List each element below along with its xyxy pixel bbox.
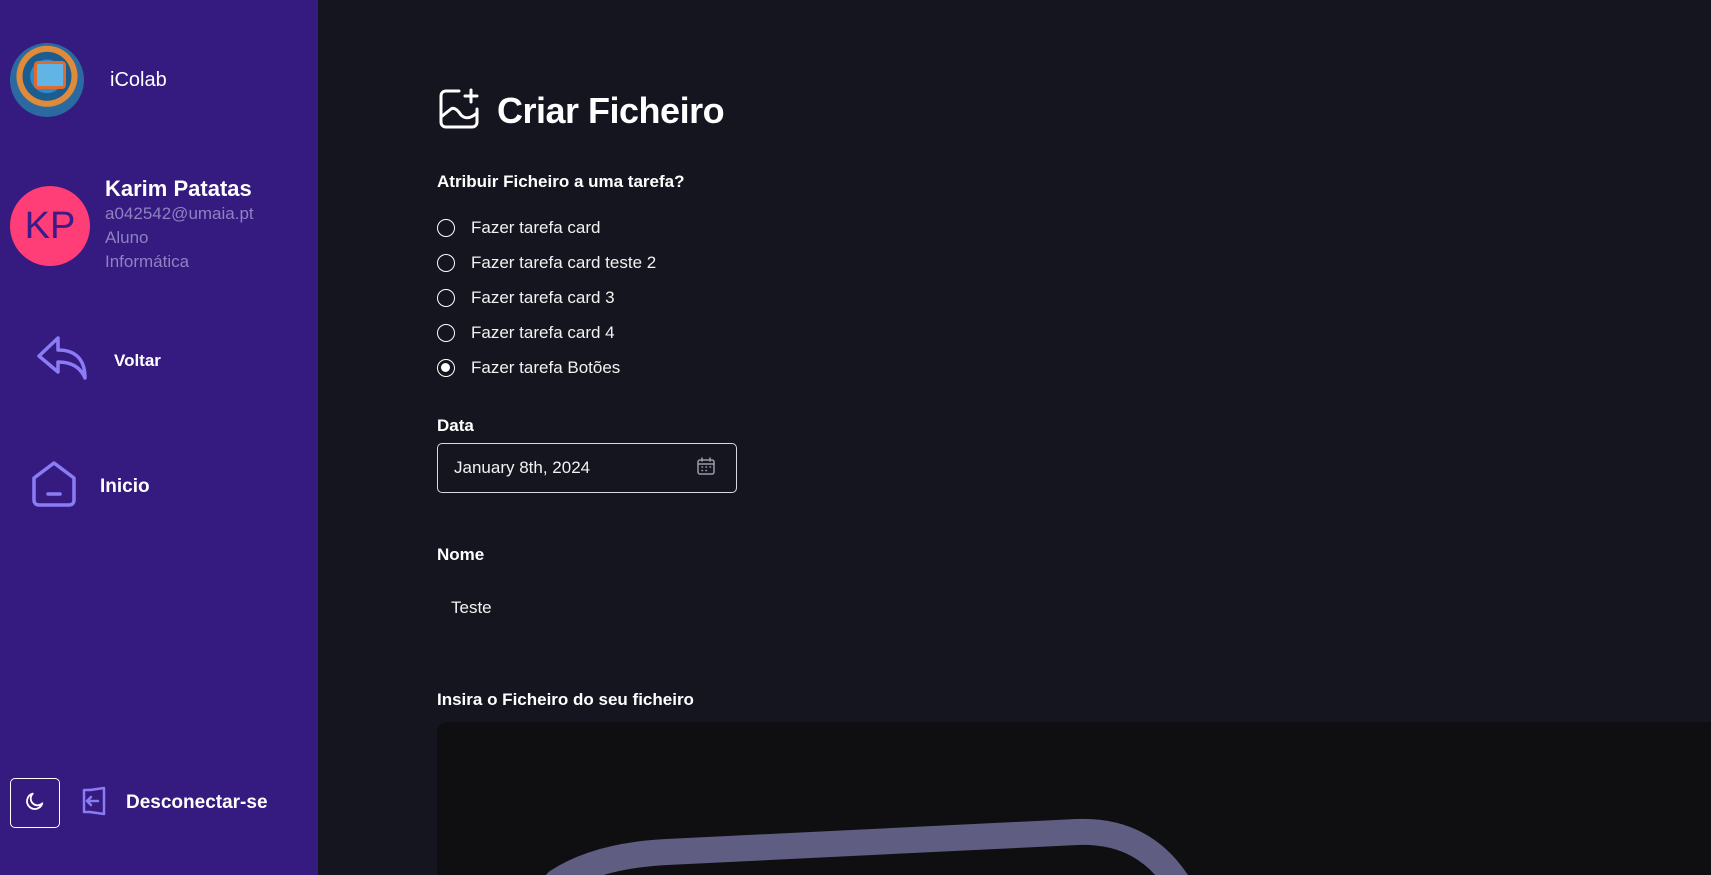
- app-logo: [10, 43, 84, 117]
- task-option[interactable]: Fazer tarefa card 4: [437, 315, 656, 350]
- app-name: iColab: [110, 68, 167, 91]
- task-question-label: Atribuir Ficheiro a uma tarefa?: [437, 172, 685, 191]
- task-option-label: Fazer tarefa card 3: [471, 287, 615, 307]
- name-input[interactable]: [437, 590, 937, 626]
- image-plus-icon: [437, 87, 481, 136]
- task-option[interactable]: Fazer tarefa card: [437, 210, 656, 245]
- back-label: Voltar: [114, 350, 161, 370]
- page-title: Criar Ficheiro: [497, 90, 725, 132]
- user-profile: KP Karim Patatas a042542@umaia.pt Aluno …: [10, 176, 254, 274]
- logout-icon: [80, 786, 108, 821]
- avatar: KP: [10, 186, 90, 266]
- radio-button-selected[interactable]: [437, 358, 455, 377]
- logout-button[interactable]: Desconectar-se: [80, 786, 268, 821]
- task-option-label: Fazer tarefa card 4: [471, 322, 615, 342]
- sidebar-footer: Desconectar-se: [10, 778, 268, 828]
- user-course: Informática: [105, 252, 190, 271]
- back-button[interactable]: Voltar: [36, 334, 161, 387]
- task-option-label: Fazer tarefa Botões: [471, 357, 621, 377]
- task-radio-group: Fazer tarefa card Fazer tarefa card test…: [437, 210, 656, 385]
- task-option[interactable]: Fazer tarefa card teste 2: [437, 245, 656, 280]
- upload-icon: [437, 818, 1711, 875]
- name-label: Nome: [437, 545, 485, 564]
- page-header: Criar Ficheiro: [437, 66, 725, 156]
- user-email: a042542@umaia.pt: [105, 204, 254, 223]
- task-option[interactable]: Fazer tarefa Botões: [437, 350, 656, 385]
- reply-arrow-icon: [36, 334, 88, 387]
- radio-button[interactable]: [437, 218, 455, 237]
- home-button[interactable]: Inicio: [30, 460, 150, 513]
- radio-button[interactable]: [437, 288, 455, 307]
- moon-icon: [24, 790, 46, 817]
- home-icon: [30, 460, 78, 513]
- radio-button[interactable]: [437, 253, 455, 272]
- task-option-label: Fazer tarefa card teste 2: [471, 252, 657, 272]
- profile-info: Karim Patatas a042542@umaia.pt Aluno Inf…: [105, 176, 254, 274]
- main-content: Criar Ficheiro Atribuir Ficheiro a uma t…: [318, 0, 1711, 875]
- date-picker[interactable]: January 8th, 2024: [437, 443, 737, 493]
- date-label: Data: [437, 416, 474, 435]
- radio-button[interactable]: [437, 323, 455, 342]
- file-label: Insira o Ficheiro do seu ficheiro: [437, 690, 694, 709]
- calendar-icon: [696, 456, 716, 481]
- task-option[interactable]: Fazer tarefa card 3: [437, 280, 656, 315]
- task-option-label: Fazer tarefa card: [471, 217, 601, 237]
- home-label: Inicio: [100, 475, 150, 497]
- theme-toggle-button[interactable]: [10, 778, 60, 828]
- file-dropzone[interactable]: [437, 722, 1711, 875]
- user-role: Aluno: [105, 228, 149, 247]
- date-value: January 8th, 2024: [454, 458, 591, 477]
- sidebar: iColab KP Karim Patatas a042542@umaia.pt…: [0, 0, 318, 875]
- user-name: Karim Patatas: [105, 176, 252, 201]
- brand[interactable]: iColab: [10, 43, 167, 117]
- logout-label: Desconectar-se: [126, 792, 268, 813]
